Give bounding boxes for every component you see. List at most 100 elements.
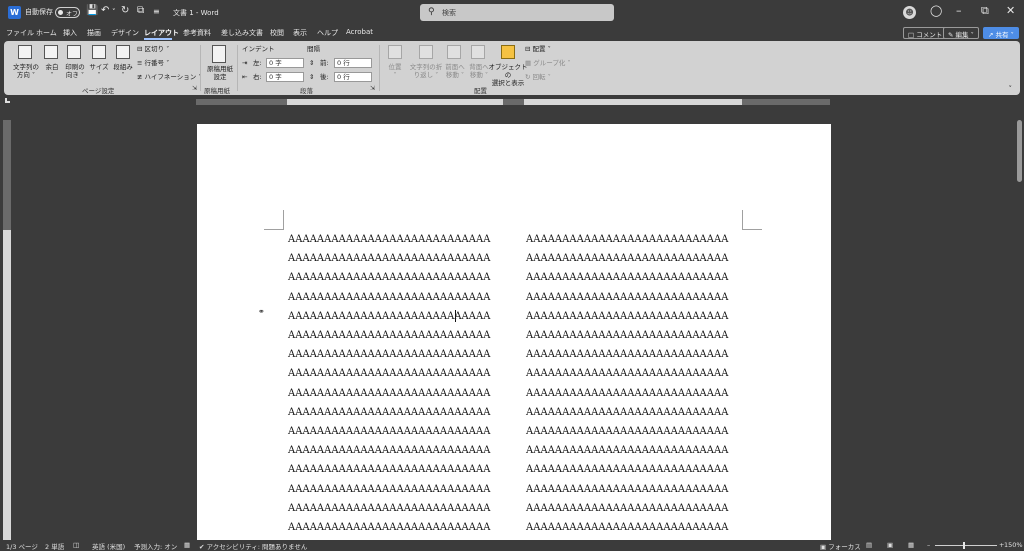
tab-file[interactable]: ファイル <box>6 28 34 38</box>
tab-home[interactable]: ホーム <box>36 28 57 38</box>
align-button[interactable]: ⊟ 配置 ˅ <box>525 45 551 53</box>
text-line[interactable]: AAAAAAAAAAAAAAAAAAAAAAAAAAAA <box>526 407 728 418</box>
page-setup-launcher-icon[interactable]: ⇲ <box>192 85 197 92</box>
comment-button[interactable]: □ コメント <box>903 27 948 39</box>
text-line[interactable]: AAAAAAAAAAAAAAAAAAAAAAAAAAAA <box>288 272 490 283</box>
vertical-scrollbar[interactable] <box>1016 118 1023 540</box>
text-direction-button[interactable]: 文字列の 方向 ˅ <box>8 63 44 79</box>
zoom-slider-thumb[interactable] <box>963 542 965 549</box>
tab-references[interactable]: 参考資料 <box>183 28 211 38</box>
paragraph-launcher-icon[interactable]: ⇲ <box>370 85 375 92</box>
zoom-out-icon[interactable]: – <box>927 541 930 549</box>
size-button[interactable]: サイズ ˅ <box>86 63 112 79</box>
text-line[interactable]: AAAAAAAAAAAAAAAAAAAAAAAAAAAA <box>288 503 490 514</box>
text-line[interactable]: AAAAAAAAAAAAAAAAAAAAAAAAAAAA <box>288 253 490 264</box>
text-line[interactable]: AAAAAAAAAAAAAAAAAAAAAAAAAAAA <box>526 522 728 533</box>
text-line[interactable]: AAAAAAAAAAAAAAAAAAAAAAAAAAAA <box>288 311 490 322</box>
text-line[interactable]: AAAAAAAAAAAAAAAAAAAAAAAAAAAA <box>288 445 490 456</box>
edit-mode-button[interactable]: ✎ 編集 ˅ <box>943 27 979 39</box>
restore-icon[interactable]: ⧉ <box>981 4 989 18</box>
undo-icon[interactable]: ↶ <box>101 5 109 16</box>
collapse-ribbon-icon[interactable]: ˅ <box>1009 85 1013 93</box>
text-line[interactable]: AAAAAAAAAAAAAAAAAAAAAAAAAAAA <box>526 503 728 514</box>
tab-insert[interactable]: 挿入 <box>63 28 77 38</box>
breaks-button[interactable]: ⊟ 区切り ˅ <box>137 45 169 53</box>
zoom-slider[interactable] <box>935 545 997 546</box>
minimize-icon[interactable]: – <box>956 4 962 17</box>
text-line[interactable]: AAAAAAAAAAAAAAAAAAAAAAAAAAAA <box>526 426 728 437</box>
anchor-icon[interactable]: ⚭ <box>258 307 265 316</box>
avatar[interactable]: ☻ <box>903 6 916 19</box>
spacing-after-input[interactable]: 0 行 <box>334 72 372 82</box>
text-line[interactable]: AAAAAAAAAAAAAAAAAAAAAAAAAAAA <box>526 272 728 283</box>
text-line[interactable]: AAAAAAAAAAAAAAAAAAAAAAAAAAAA <box>526 330 728 341</box>
text-line[interactable]: AAAAAAAAAAAAAAAAAAAAAAAAAAAA <box>288 464 490 475</box>
position-button[interactable]: 位置 ˅ <box>382 63 408 79</box>
tab-view[interactable]: 表示 <box>293 28 307 38</box>
tab-draw[interactable]: 描画 <box>87 28 101 38</box>
text-line[interactable]: AAAAAAAAAAAAAAAAAAAAAAAAAAAA <box>526 368 728 379</box>
group-button[interactable]: ▦ グループ化 ˅ <box>525 59 571 67</box>
tab-acrobat[interactable]: Acrobat <box>346 28 373 36</box>
text-line[interactable]: AAAAAAAAAAAAAAAAAAAAAAAAAAAA <box>288 522 490 533</box>
spacing-before-input[interactable]: 0 行 <box>334 58 372 68</box>
customize-qat-icon[interactable]: ≡ <box>153 7 160 16</box>
text-line[interactable]: AAAAAAAAAAAAAAAAAAAAAAAAAAAA <box>526 464 728 475</box>
macro-icon[interactable]: ▦ <box>184 541 190 549</box>
line-numbers-button[interactable]: ≡ 行番号 ˅ <box>137 59 169 67</box>
selection-pane-button[interactable]: オブジェクトの 選択と表示 <box>488 63 528 87</box>
autosave-toggle[interactable]: オフ <box>55 7 80 18</box>
text-line[interactable]: AAAAAAAAAAAAAAAAAAAAAAAAAAAA <box>526 349 728 360</box>
text-line[interactable]: AAAAAAAAAAAAAAAAAAAAAAAAAAAA <box>526 292 728 303</box>
text-line[interactable]: AAAAAAAAAAAAAAAAAAAAAAAAAAAA <box>526 311 728 322</box>
print-layout-icon[interactable]: ▣ <box>887 541 893 549</box>
tab-selector-icon[interactable] <box>5 98 10 103</box>
text-line[interactable]: AAAAAAAAAAAAAAAAAAAAAAAAAAAA <box>288 484 490 495</box>
genko-settings-button[interactable]: 原稿用紙 設定 <box>202 65 238 81</box>
text-line[interactable]: AAAAAAAAAAAAAAAAAAAAAAAAAAAA <box>288 330 490 341</box>
text-line[interactable]: AAAAAAAAAAAAAAAAAAAAAAAAAAAA <box>526 445 728 456</box>
rotate-button[interactable]: ↻ 回転 ˅ <box>525 73 551 81</box>
redo-icon[interactable]: ↻ <box>121 5 129 16</box>
document-page[interactable]: AAAAAAAAAAAAAAAAAAAAAAAAAAAA AAAAAAAAAAAA… <box>197 124 831 540</box>
tab-mailings[interactable]: 差し込み文書 <box>221 28 263 38</box>
tab-layout[interactable]: レイアウト <box>144 28 179 38</box>
text-line[interactable]: AAAAAAAAAAAAAAAAAAAAAAAAAAAA <box>526 253 728 264</box>
orientation-button[interactable]: 印刷の 向き ˅ <box>62 63 88 79</box>
copy-icon[interactable]: ⧉ <box>137 5 144 16</box>
indent-left-input[interactable]: 0 字 <box>266 58 304 68</box>
hyphenation-button[interactable]: ≢ ハイフネーション ˅ <box>137 73 202 81</box>
save-icon[interactable]: 💾 <box>86 5 98 16</box>
horizontal-ruler[interactable] <box>0 95 1024 109</box>
text-line[interactable]: AAAAAAAAAAAAAAAAAAAAAAAAAAAA <box>288 349 490 360</box>
undo-dropdown-icon[interactable]: ˅ <box>112 8 116 16</box>
proofing-icon[interactable]: ◫ <box>73 541 79 549</box>
tab-review[interactable]: 校閲 <box>270 28 284 38</box>
text-line[interactable]: AAAAAAAAAAAAAAAAAAAAAAAAAAAA <box>526 388 728 399</box>
share-button[interactable]: ↗ 共有 ˅ <box>983 27 1019 39</box>
text-line[interactable]: AAAAAAAAAAAAAAAAAAAAAAAAAAAA <box>288 388 490 399</box>
search-box[interactable]: ⚲ 検索 <box>420 4 614 21</box>
text-line[interactable]: AAAAAAAAAAAAAAAAAAAAAAAAAAAA <box>288 292 490 303</box>
vertical-ruler[interactable] <box>3 120 11 540</box>
web-layout-icon[interactable]: ▦ <box>908 541 914 549</box>
indent-right-input[interactable]: 0 字 <box>266 72 304 82</box>
zoom-level[interactable]: 150% <box>1004 541 1023 549</box>
text-line[interactable]: AAAAAAAAAAAAAAAAAAAAAAAAAAAA <box>526 484 728 495</box>
text-line[interactable]: AAAAAAAAAAAAAAAAAAAAAAAAAAAA <box>288 407 490 418</box>
close-icon[interactable]: ✕ <box>1006 4 1015 17</box>
wrap-text-button[interactable]: 文字列の折 り返し ˅ <box>406 63 446 79</box>
read-mode-icon[interactable]: ▤ <box>866 541 872 549</box>
text-line[interactable]: AAAAAAAAAAAAAAAAAAAAAAAAAAAA <box>288 426 490 437</box>
tab-help[interactable]: ヘルプ <box>317 28 338 38</box>
text-line[interactable]: AAAAAAAAAAAAAAAAAAAAAAAAAAAA <box>526 234 728 245</box>
columns-button[interactable]: 段組み ˅ <box>110 63 136 79</box>
scrollbar-thumb[interactable] <box>1017 120 1022 182</box>
text-line[interactable]: AAAAAAAAAAAAAAAAAAAAAAAAAAAA <box>288 234 490 245</box>
search-input[interactable]: 検索 <box>442 8 456 18</box>
margins-button[interactable]: 余白 ˅ <box>40 63 64 79</box>
bring-forward-button[interactable]: 前面へ 移動 ˅ <box>442 63 468 79</box>
lightbulb-icon[interactable]: ◯ <box>930 4 942 17</box>
tab-design[interactable]: デザイン <box>111 28 139 38</box>
text-line[interactable]: AAAAAAAAAAAAAAAAAAAAAAAAAAAA <box>288 368 490 379</box>
